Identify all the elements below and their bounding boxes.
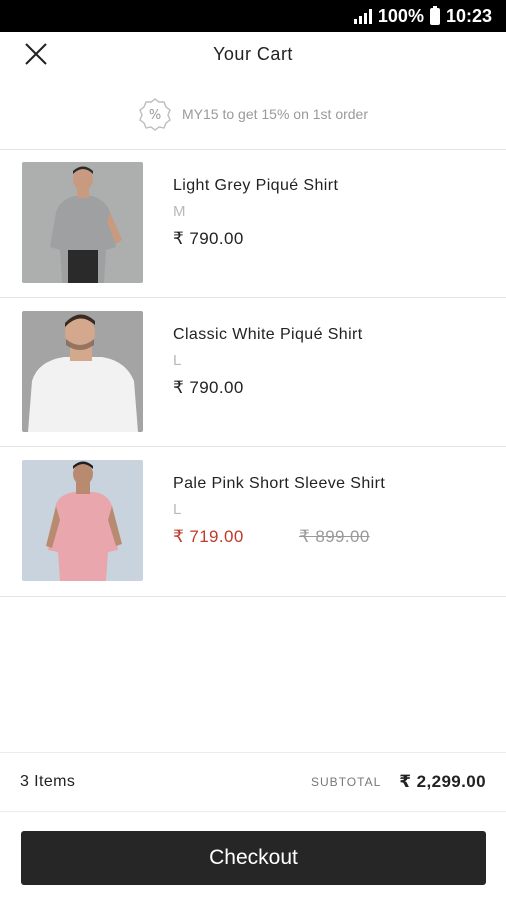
cart-item[interactable]: Light Grey Piqué Shirt M ₹ 790.00 — [0, 149, 506, 297]
cart-item[interactable]: Classic White Piqué Shirt L ₹ 790.00 — [0, 298, 506, 446]
product-image[interactable] — [22, 311, 143, 432]
promo-banner[interactable]: % MY15 to get 15% on 1st order — [0, 92, 506, 136]
promo-text: MY15 to get 15% on 1st order — [182, 106, 368, 122]
percent-badge-icon: % — [139, 98, 171, 131]
product-name[interactable]: Light Grey Piqué Shirt — [173, 177, 338, 195]
original-price: ₹ 899.00 — [299, 527, 370, 546]
cart-header: Your Cart — [0, 32, 506, 76]
signal-icon — [353, 8, 372, 24]
battery-icon — [429, 5, 440, 25]
product-image[interactable] — [22, 460, 143, 581]
product-price: ₹ 790.00 — [173, 229, 244, 248]
clock: 10:23 — [445, 5, 492, 26]
checkout-button[interactable]: Checkout — [21, 831, 486, 885]
svg-text:%: % — [149, 108, 161, 123]
product-image[interactable] — [22, 162, 143, 283]
product-price: ₹ 790.00 — [173, 378, 244, 397]
product-name[interactable]: Pale Pink Short Sleeve Shirt — [173, 475, 385, 493]
sale-price: ₹ 719.00 — [173, 527, 244, 546]
status-bar: 100% 10:23 — [0, 0, 506, 32]
product-size: L — [173, 352, 182, 369]
page-title: Your Cart — [213, 43, 293, 64]
close-icon[interactable] — [20, 38, 52, 70]
subtotal-value: ₹ 2,299.00 — [399, 772, 486, 791]
cart-summary: 3 Items SUBTOTAL ₹ 2,299.00 — [0, 752, 506, 812]
item-count: 3 Items — [20, 773, 76, 790]
subtotal-label: SUBTOTAL — [311, 775, 382, 789]
product-name[interactable]: Classic White Piqué Shirt — [173, 326, 363, 344]
product-size: L — [173, 501, 182, 518]
cart-item[interactable]: Pale Pink Short Sleeve Shirt L ₹ 719.00 … — [0, 447, 506, 595]
divider — [0, 596, 506, 597]
product-size: M — [173, 203, 186, 220]
battery-percent: 100% — [377, 5, 424, 26]
